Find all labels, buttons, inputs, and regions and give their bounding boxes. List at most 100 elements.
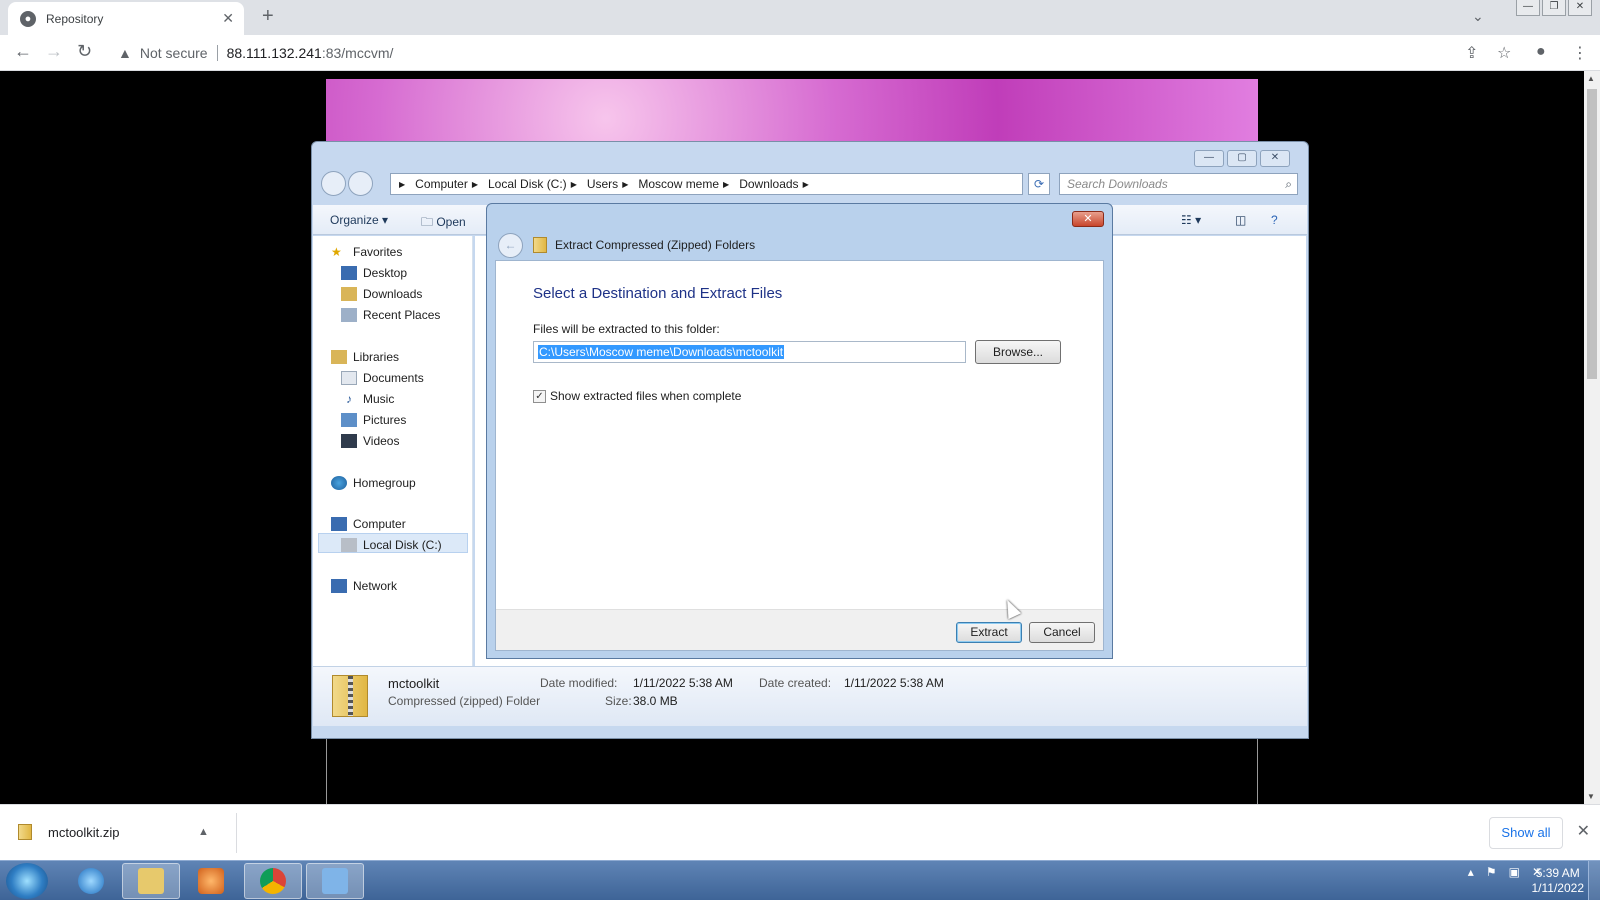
nav-videos[interactable]: Videos: [341, 434, 399, 448]
browse-button[interactable]: Browse...: [975, 340, 1061, 364]
view-options-icon[interactable]: ☷ ▾: [1181, 213, 1201, 227]
dialog-back-arrow-icon[interactable]: ←: [498, 232, 523, 258]
breadcrumb-chevron-icon[interactable]: ▶: [622, 180, 628, 189]
explorer-refresh-icon[interactable]: ⟳: [1028, 173, 1050, 195]
explorer-search-input[interactable]: Search Downloads ⌕: [1059, 173, 1298, 195]
taskbar-media-player[interactable]: [182, 863, 240, 899]
breadcrumb-chevron-icon[interactable]: ▶: [803, 180, 809, 189]
extract-dialog: ✕ ← Extract Compressed (Zipped) Folders …: [486, 203, 1113, 659]
new-tab-button[interactable]: +: [262, 5, 274, 28]
nav-favorites-label: Favorites: [353, 245, 403, 259]
explorer-address-bar[interactable]: ▶ Computer ▶ Local Disk (C:) ▶ Users ▶ M…: [390, 173, 1023, 195]
nav-desktop[interactable]: Desktop: [341, 266, 407, 280]
explorer-back-button[interactable]: [321, 171, 346, 196]
url-host[interactable]: 88.111.132.241: [227, 45, 322, 61]
nav-libraries[interactable]: Libraries: [331, 350, 399, 364]
close-window-button[interactable]: ✕: [1568, 0, 1592, 16]
nav-documents[interactable]: Documents: [341, 371, 424, 385]
detail-file-name: mctoolkit: [388, 676, 440, 691]
nav-homegroup[interactable]: Homegroup: [331, 476, 416, 490]
nav-computer[interactable]: Computer: [331, 517, 406, 531]
reload-icon[interactable]: ↻: [77, 41, 92, 62]
tab-search-icon[interactable]: ⌄: [1472, 8, 1484, 25]
profile-avatar-icon[interactable]: ●: [1536, 43, 1546, 61]
nav-favorites[interactable]: ★ Favorites: [331, 245, 402, 259]
nav-network[interactable]: Network: [331, 579, 397, 593]
url-path[interactable]: :83/mccvm/: [322, 45, 394, 61]
dialog-close-button[interactable]: ✕: [1072, 211, 1104, 227]
chevron-up-icon[interactable]: ▲: [198, 826, 209, 838]
nav-homegroup-label: Homegroup: [353, 476, 416, 490]
taskbar-explorer[interactable]: [122, 863, 180, 899]
organize-button[interactable]: Organize ▾: [330, 213, 388, 227]
show-hidden-icons-icon[interactable]: ▴: [1468, 865, 1474, 879]
explorer-close-button[interactable]: ✕: [1260, 150, 1290, 167]
nav-local-disk-label: Local Disk (C:): [363, 538, 442, 552]
preview-pane-icon[interactable]: ◫: [1235, 213, 1246, 227]
close-download-bar-icon[interactable]: ✕: [1577, 821, 1590, 841]
forward-arrow-icon[interactable]: →: [45, 41, 63, 62]
download-file-name[interactable]: mctoolkit.zip: [48, 825, 198, 840]
restore-button[interactable]: ❐: [1542, 0, 1566, 16]
show-desktop-button[interactable]: [1588, 861, 1600, 900]
menu-kebab-icon[interactable]: ⋮: [1572, 43, 1588, 63]
address-bar[interactable]: ▲ Not secure 88.111.132.241 :83/mccvm/: [110, 39, 1490, 67]
dialog-title: Extract Compressed (Zipped) Folders: [555, 238, 756, 252]
breadcrumb-moscow-meme[interactable]: Moscow meme: [638, 177, 719, 191]
nav-recent-places[interactable]: Recent Places: [341, 308, 440, 322]
explorer-forward-button[interactable]: [348, 171, 373, 196]
search-icon[interactable]: ⌕: [1285, 174, 1292, 194]
browser-window-controls: — ❐ ✕: [1514, 0, 1592, 16]
detail-file-type: Compressed (zipped) Folder: [388, 694, 541, 708]
action-center-flag-icon[interactable]: ⚑: [1486, 865, 1497, 879]
open-button[interactable]: 🗀 Open: [421, 213, 466, 234]
breadcrumb-local-disk[interactable]: Local Disk (C:): [488, 177, 567, 191]
tab-repository[interactable]: ● Repository ✕: [8, 2, 244, 35]
breadcrumb-users[interactable]: Users: [587, 177, 618, 191]
system-clock[interactable]: 5:39 AM 1/11/2022: [1532, 866, 1585, 896]
help-icon[interactable]: ?: [1271, 213, 1278, 227]
scroll-down-arrow-icon[interactable]: ▼: [1587, 792, 1595, 801]
destination-path-input[interactable]: C:\Users\Moscow meme\Downloads\mctoolkit: [533, 341, 966, 363]
open-label: Open: [436, 215, 466, 229]
tab-close-icon[interactable]: ✕: [222, 10, 234, 27]
page-scrollbar[interactable]: ▲ ▼: [1584, 71, 1600, 804]
nav-local-disk[interactable]: Local Disk (C:): [341, 538, 442, 552]
homegroup-icon: [331, 476, 347, 490]
show-all-button[interactable]: Show all: [1489, 817, 1563, 849]
nav-downloads[interactable]: Downloads: [341, 287, 422, 301]
security-label[interactable]: Not secure: [140, 45, 208, 61]
taskbar-ie[interactable]: [62, 863, 120, 899]
taskbar-control-panel[interactable]: [306, 863, 364, 899]
explorer-minimize-button[interactable]: —: [1194, 150, 1224, 167]
share-icon[interactable]: ⇪: [1465, 43, 1478, 63]
breadcrumb-computer[interactable]: Computer: [415, 177, 468, 191]
start-button[interactable]: [6, 863, 48, 899]
taskbar-chrome[interactable]: [244, 863, 302, 899]
nav-pictures[interactable]: Pictures: [341, 413, 406, 427]
extract-button[interactable]: Extract: [956, 622, 1022, 643]
show-files-label[interactable]: Show extracted files when complete: [550, 389, 741, 403]
warning-triangle-icon[interactable]: ▲: [118, 45, 132, 61]
destination-path-value[interactable]: C:\Users\Moscow meme\Downloads\mctoolkit: [538, 345, 785, 359]
network-icon[interactable]: ▣: [1509, 865, 1520, 879]
page-banner: [326, 79, 1258, 145]
explorer-maximize-button[interactable]: ▢: [1227, 150, 1257, 167]
checkbox-checked-icon[interactable]: ✓: [533, 389, 546, 403]
download-item[interactable]: mctoolkit.zip ▲: [18, 824, 209, 840]
breadcrumb-chevron-icon[interactable]: ▶: [723, 180, 729, 189]
nav-network-label: Network: [353, 579, 398, 593]
show-files-checkbox[interactable]: ✓ Show extracted files when complete: [533, 389, 741, 403]
breadcrumb-chevron-icon[interactable]: ▶: [571, 180, 577, 189]
back-arrow-icon[interactable]: ←: [14, 41, 32, 62]
zip-file-icon: [18, 824, 32, 840]
cancel-button[interactable]: Cancel: [1029, 622, 1095, 643]
bookmark-star-icon[interactable]: ☆: [1497, 43, 1511, 63]
scroll-up-arrow-icon[interactable]: ▲: [1587, 74, 1595, 83]
minimize-button[interactable]: —: [1516, 0, 1540, 16]
detail-created-label: Date created:: [759, 676, 832, 690]
breadcrumb-downloads[interactable]: Downloads: [739, 177, 798, 191]
nav-music[interactable]: ♪ Music: [341, 392, 394, 406]
breadcrumb-chevron-icon[interactable]: ▶: [472, 180, 478, 189]
scrollbar-thumb[interactable]: [1587, 89, 1597, 379]
